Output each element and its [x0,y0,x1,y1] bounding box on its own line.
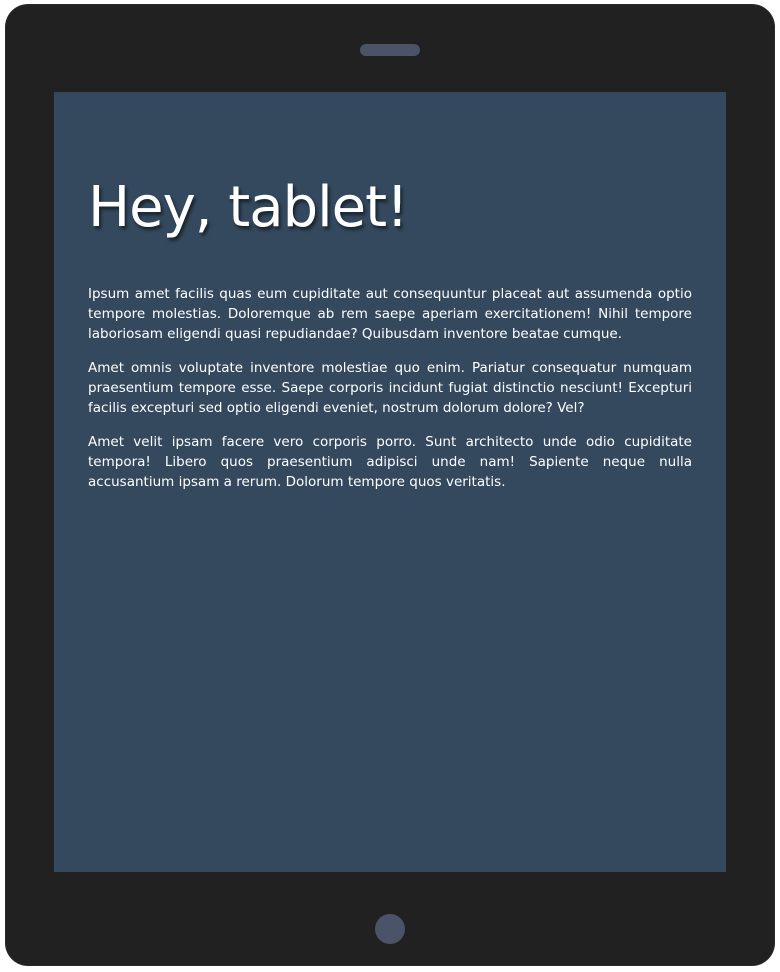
tablet-screen: Hey, tablet! Ipsum amet facilis quas eum… [54,92,726,872]
speaker-grille [360,44,420,56]
page-content: Hey, tablet! Ipsum amet facilis quas eum… [88,180,692,506]
body-paragraph-1: Ipsum amet facilis quas eum cupiditate a… [88,286,692,342]
body-paragraph-2: Amet omnis voluptate inventore molestiae… [88,360,692,416]
tablet-device-frame: Hey, tablet! Ipsum amet facilis quas eum… [6,5,774,965]
home-button[interactable] [375,914,405,944]
body-paragraph-3: Amet velit ipsam facere vero corporis po… [88,434,692,490]
page-title: Hey, tablet! [88,175,409,240]
